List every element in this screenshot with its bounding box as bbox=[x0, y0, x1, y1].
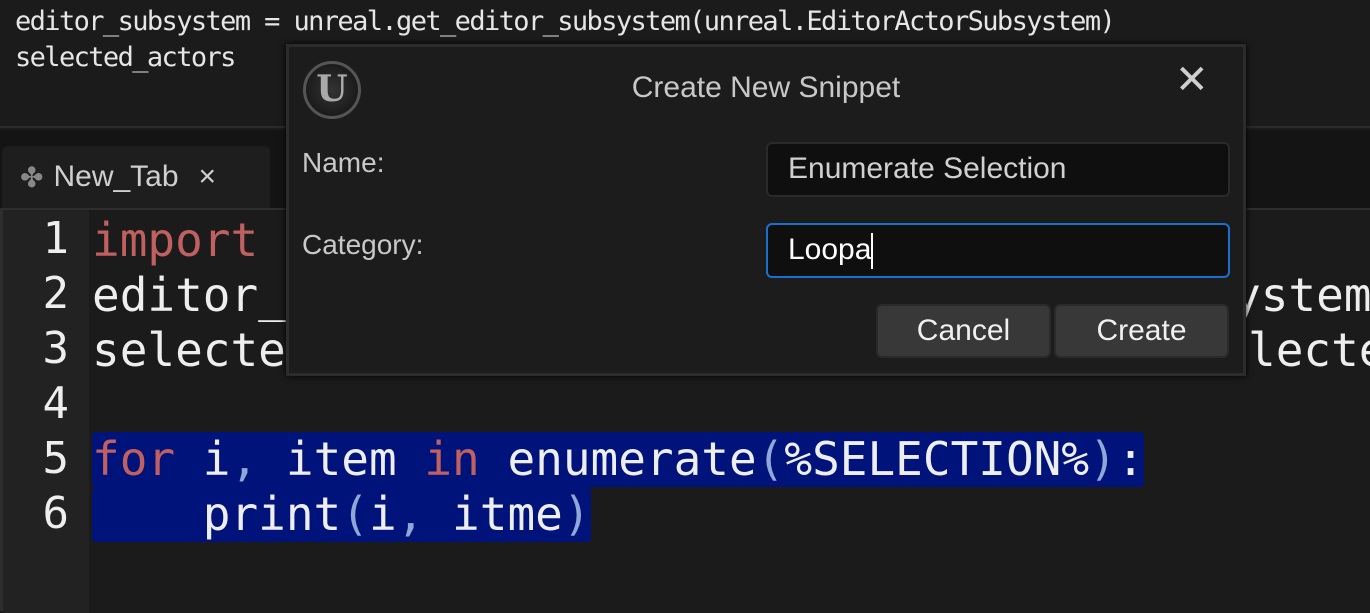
python-icon: ✤ bbox=[20, 161, 44, 193]
text-caret bbox=[871, 233, 874, 270]
code-line-3: selecte bbox=[92, 323, 286, 377]
tab-new-tab[interactable]: ✤ New_Tab × bbox=[2, 146, 270, 208]
tab-label: New_Tab bbox=[53, 160, 179, 193]
code-line-2: editor_ bbox=[92, 268, 286, 322]
code-line-3-tail: lecte bbox=[1248, 323, 1370, 377]
line-number: 5 bbox=[42, 433, 70, 484]
cancel-button[interactable]: Cancel bbox=[876, 304, 1051, 358]
tab-close-icon[interactable]: × bbox=[199, 160, 217, 194]
line-number-gutter: 1 2 3 4 5 6 bbox=[3, 210, 89, 613]
name-label: Name: bbox=[302, 147, 385, 178]
line-number: 2 bbox=[42, 268, 70, 319]
category-label: Category: bbox=[302, 229, 424, 260]
code-line-1: import bbox=[92, 213, 259, 267]
console-line: selected_actors bbox=[15, 42, 236, 73]
line-number: 1 bbox=[42, 213, 70, 264]
line-number: 4 bbox=[42, 378, 70, 429]
console-line: editor_subsystem = unreal.get_editor_sub… bbox=[15, 6, 1116, 37]
code-line-6-selected: print(i, itme) bbox=[92, 487, 591, 542]
create-button[interactable]: Create bbox=[1054, 304, 1229, 358]
close-icon[interactable]: ✕ bbox=[1175, 57, 1209, 103]
dialog-title: Create New Snippet bbox=[631, 71, 901, 104]
line-number: 6 bbox=[42, 488, 70, 539]
create-snippet-dialog: U Create New Snippet ✕ Name: Enumerate S… bbox=[286, 44, 1246, 376]
name-input[interactable]: Enumerate Selection bbox=[766, 142, 1230, 197]
code-line-2-tail: ystem bbox=[1233, 268, 1370, 322]
line-number: 3 bbox=[42, 323, 70, 374]
category-input[interactable]: Loopa bbox=[766, 223, 1230, 278]
code-line-5-selected: for i, item in enumerate(%SELECTION%): bbox=[92, 432, 1145, 487]
